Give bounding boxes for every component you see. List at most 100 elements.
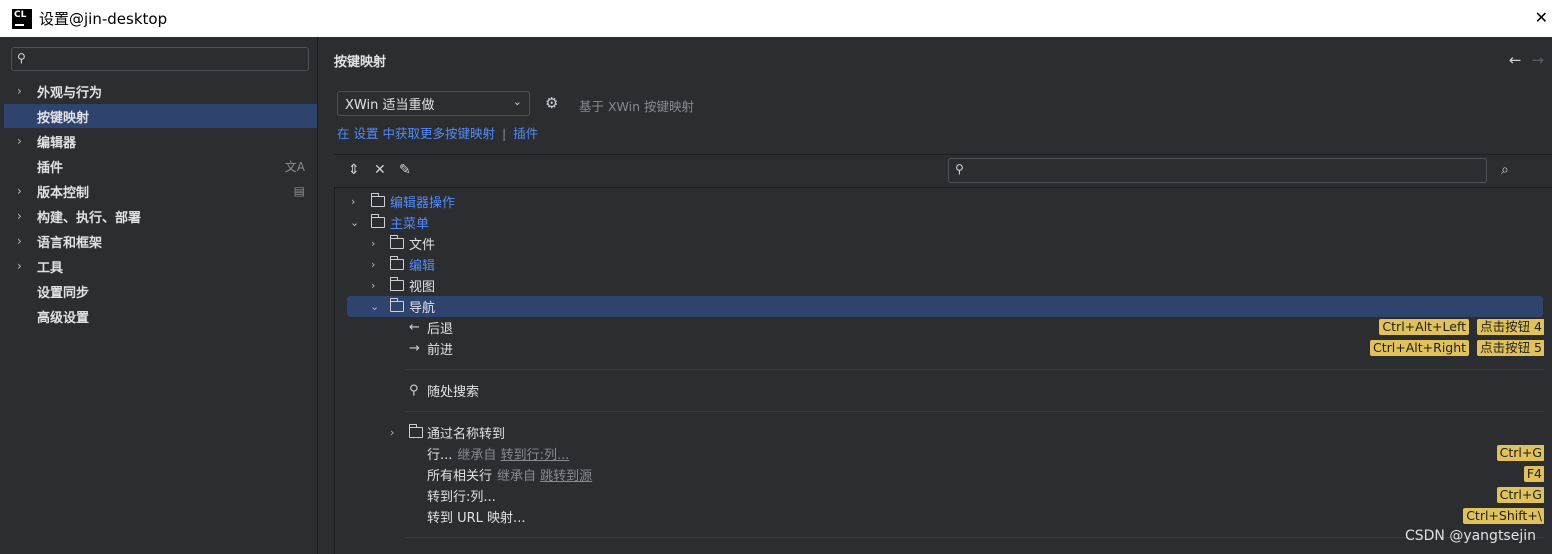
chevron-right-icon: › xyxy=(17,134,22,148)
sidebar-item-keymap[interactable]: 按键映射 xyxy=(4,104,317,128)
shortcut-badge: Ctrl+Shift+\ xyxy=(1463,508,1545,524)
based-on-label: 基于 XWin 按键映射 xyxy=(579,99,694,114)
tree-item-label: 编辑器操作 xyxy=(390,196,456,211)
tree-scrollbar[interactable] xyxy=(1544,188,1552,554)
edit-shortcut-icon[interactable]: ✎ xyxy=(399,162,411,178)
inherit-prefix: 继承自 xyxy=(457,448,497,463)
folder-icon xyxy=(389,298,404,312)
tree-item-back[interactable]: ← 后退 Ctrl+Alt+Left 点击按钮 4 xyxy=(335,317,1545,338)
folder-icon xyxy=(370,214,385,228)
sidebar-item-advanced[interactable]: 高级设置 xyxy=(4,304,317,328)
logo-text: CL xyxy=(14,9,27,20)
sidebar-item-settings-sync[interactable]: 设置同步 xyxy=(4,279,317,303)
sidebar-item-build[interactable]: › 构建、执行、部署 xyxy=(4,204,317,228)
chevron-right-icon: › xyxy=(17,209,22,223)
tree-item-label: 转到 URL 映射... xyxy=(427,511,526,526)
folder-icon xyxy=(370,193,385,207)
sidebar-item-label: 设置同步 xyxy=(37,285,90,301)
keymap-scheme-select[interactable]: XWin 适当重做 ⌄ xyxy=(337,91,530,116)
close-icon[interactable]: ✕ xyxy=(1535,8,1548,27)
chevron-right-icon: › xyxy=(17,84,22,98)
inherit-note: 继承自 跳转到源 xyxy=(497,469,592,484)
shortcut-badge: Ctrl+Alt+Left xyxy=(1379,319,1470,335)
tree-item-view[interactable]: › 视图 xyxy=(335,275,1545,296)
shortcut-badge: Ctrl+G xyxy=(1496,487,1545,503)
tree-item-goto-by-name[interactable]: › 通过名称转到 xyxy=(335,422,1545,443)
shortcut-list: Ctrl+G xyxy=(1496,445,1545,461)
tree-item-label: 后退 xyxy=(427,322,454,337)
plugins-link[interactable]: 插件 xyxy=(513,126,538,141)
sidebar-item-appearance[interactable]: › 外观与行为 xyxy=(4,79,317,103)
sidebar-item-label: 语言和框架 xyxy=(37,235,103,251)
search-icon: ⚲ xyxy=(17,51,26,65)
chevron-right-icon: › xyxy=(17,184,22,198)
shortcut-list: Ctrl+Shift+\ xyxy=(1463,508,1545,524)
get-more-prefix: 在 xyxy=(337,126,350,141)
sidebar-item-languages[interactable]: › 语言和框架 xyxy=(4,229,317,253)
chevron-right-icon[interactable]: › xyxy=(371,237,375,250)
keymap-panel: 按键映射 ← → XWin 适当重做 ⌄ ⚙ 基于 XWin 按键映射 在 设置 … xyxy=(319,37,1552,554)
chevron-right-icon[interactable]: › xyxy=(371,258,375,271)
project-settings-icon: ▤ xyxy=(293,184,305,198)
tree-item-all-related-lines[interactable]: 所有相关行 继承自 跳转到源 F4 xyxy=(335,464,1545,485)
keymap-search-input[interactable]: ⚲ xyxy=(948,158,1487,183)
sidebar-item-label: 编辑器 xyxy=(37,135,77,151)
folder-icon xyxy=(389,256,404,270)
title-bar: CL 设置@jin-desktop ✕ xyxy=(0,0,1552,37)
gear-icon[interactable]: ⚙ xyxy=(545,94,558,112)
sidebar-item-plugins[interactable]: 插件 文A xyxy=(4,154,317,178)
chevron-down-icon[interactable]: ⌄ xyxy=(370,300,379,313)
sidebar-item-label: 高级设置 xyxy=(37,310,90,326)
sidebar-item-tools[interactable]: › 工具 xyxy=(4,254,317,278)
sidebar-item-label: 按键映射 xyxy=(37,110,90,126)
tree-item-edit[interactable]: › 编辑 xyxy=(335,254,1545,275)
tree-item-label: 文件 xyxy=(409,238,436,253)
chevron-right-icon: › xyxy=(17,234,22,248)
keymap-tree: › 编辑器操作 ⌄ 主菜单 › 文件 › 编辑 › 视图 ⌄ 导航 ← 后退 C… xyxy=(334,188,1552,554)
collapse-all-icon[interactable]: ✕ xyxy=(374,162,386,178)
sidebar-item-vcs[interactable]: › 版本控制 ▤ xyxy=(4,179,317,203)
sidebar-item-editor[interactable]: › 编辑器 xyxy=(4,129,317,153)
shortcut-list: Ctrl+Alt+Right 点击按钮 5 xyxy=(1370,340,1545,356)
tree-item-line[interactable]: 行... 继承自 转到行:列... Ctrl+G xyxy=(335,443,1545,464)
chevron-down-icon[interactable]: ⌄ xyxy=(350,216,359,229)
sidebar-item-label: 构建、执行、部署 xyxy=(37,210,142,226)
tree-item-main-menu[interactable]: ⌄ 主菜单 xyxy=(335,212,1545,233)
arrow-right-icon: → xyxy=(409,341,420,356)
tree-item-navigate[interactable]: ⌄ 导航 xyxy=(347,296,1543,317)
tree-item-goto-url-mapping[interactable]: 转到 URL 映射... Ctrl+Shift+\ xyxy=(335,506,1545,527)
forward-arrow-icon[interactable]: → xyxy=(1531,51,1544,69)
shortcut-badge: 点击按钮 4 xyxy=(1477,319,1545,335)
inherit-link[interactable]: 转到行:列... xyxy=(501,448,570,463)
sidebar-search-input[interactable]: ⚲ xyxy=(11,47,309,71)
inherit-note: 继承自 转到行:列... xyxy=(457,448,569,463)
settings-link[interactable]: 设置 xyxy=(354,126,379,141)
expand-all-icon[interactable]: ⇕ xyxy=(348,162,360,178)
chevron-right-icon[interactable]: › xyxy=(351,195,355,208)
tree-item-editor-actions[interactable]: › 编辑器操作 xyxy=(335,191,1545,212)
tree-item-search-everywhere[interactable]: ⚲ 随处搜索 xyxy=(335,380,1545,401)
find-by-shortcut-icon[interactable]: ⌕ xyxy=(1501,162,1509,178)
inherit-link[interactable]: 跳转到源 xyxy=(540,469,592,484)
tree-item-label-wrap: 所有相关行 继承自 跳转到源 xyxy=(427,465,592,484)
shortcut-badge: Ctrl+G xyxy=(1496,445,1545,461)
tree-item-file[interactable]: › 文件 xyxy=(335,233,1545,254)
settings-sidebar: ⚲ › 外观与行为 按键映射 › 编辑器 插件 文A › 版本控制 ▤ › 构建… xyxy=(0,37,318,554)
tree-item-label: 编辑 xyxy=(409,259,436,274)
tree-item-label-wrap: 行... 继承自 转到行:列... xyxy=(427,444,569,463)
tree-item-goto-line-column[interactable]: 转到行:列... Ctrl+G xyxy=(335,485,1545,506)
tree-item-label: 主菜单 xyxy=(390,217,430,232)
sidebar-item-label: 版本控制 xyxy=(37,185,90,201)
back-arrow-icon[interactable]: ← xyxy=(1509,51,1522,69)
tree-item-forward[interactable]: → 前进 Ctrl+Alt+Right 点击按钮 5 xyxy=(335,338,1545,359)
divider xyxy=(334,154,1552,155)
sidebar-item-label: 外观与行为 xyxy=(37,85,103,101)
shortcut-list: Ctrl+G xyxy=(1496,487,1545,503)
chevron-right-icon[interactable]: › xyxy=(371,279,375,292)
folder-icon xyxy=(389,277,404,291)
window-title: 设置@jin-desktop xyxy=(39,10,168,28)
chevron-right-icon[interactable]: › xyxy=(390,426,394,439)
shortcut-badge: Ctrl+Alt+Right xyxy=(1370,340,1470,356)
folder-icon xyxy=(389,235,404,249)
shortcut-list: Ctrl+Alt+Left 点击按钮 4 xyxy=(1379,319,1545,335)
